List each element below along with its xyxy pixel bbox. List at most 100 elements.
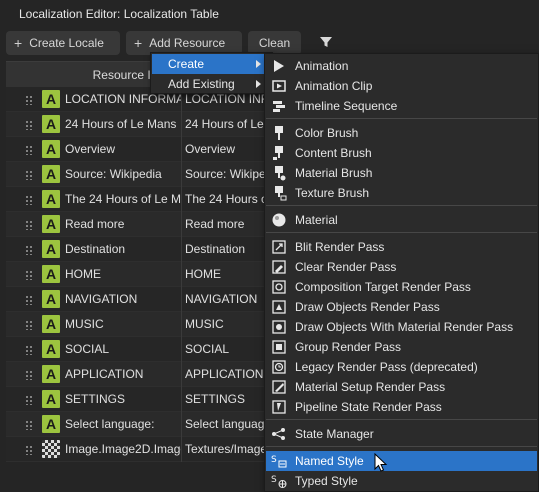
menu-item-label: Draw Objects Render Pass — [295, 300, 440, 314]
drag-handle-icon[interactable] — [25, 245, 33, 255]
menu-item-state-manager[interactable]: State Manager — [266, 424, 537, 444]
column-divider — [181, 412, 182, 437]
resource-key-cell[interactable]: SOCIAL — [65, 337, 182, 362]
material-icon — [272, 213, 286, 227]
menu-item-color-brush[interactable]: Color Brush — [266, 123, 537, 143]
text-resource-icon: A — [42, 290, 60, 308]
drag-handle-icon[interactable] — [25, 445, 33, 455]
menu-item-label: State Manager — [295, 427, 374, 441]
menu-item-content-brush[interactable]: Content Brush — [266, 143, 537, 163]
menu-item-label: Typed Style — [295, 474, 358, 488]
column-divider — [181, 312, 182, 337]
menu-item-create[interactable]: Create — [152, 54, 271, 74]
timeline-sequence-icon — [273, 101, 285, 112]
resource-key-cell[interactable]: HOME — [65, 262, 182, 287]
text-resource-icon: A — [42, 390, 60, 408]
menu-item-animation-clip[interactable]: Animation Clip — [266, 76, 537, 96]
resource-value-cell[interactable]: Read more — [185, 212, 267, 237]
drag-handle-icon[interactable] — [25, 345, 33, 355]
resource-value-cell[interactable]: Overview — [185, 137, 267, 162]
menu-item-texture-brush[interactable]: Texture Brush — [266, 183, 537, 203]
resource-value-cell[interactable]: Source: Wikipe — [185, 162, 267, 187]
menu-item-pipeline-state-render-pass[interactable]: Pipeline State Render Pass — [266, 397, 537, 417]
menu-item-material[interactable]: Material — [266, 210, 537, 230]
resource-key-cell[interactable]: Destination — [65, 237, 182, 262]
svg-text:S: S — [271, 475, 277, 485]
animation-clip-icon — [272, 80, 286, 92]
text-resource-icon: A — [42, 115, 60, 133]
resource-key-cell[interactable]: Select language: — [65, 412, 182, 437]
drag-handle-icon[interactable] — [25, 170, 33, 180]
drag-handle-icon[interactable] — [25, 220, 33, 230]
column-divider — [181, 237, 182, 262]
material-setup-render-pass-icon — [272, 380, 286, 394]
resource-value-cell[interactable]: 24 Hours of Le — [185, 112, 267, 137]
menu-item-timeline-sequence[interactable]: Timeline Sequence — [266, 96, 537, 116]
menu-item-legacy-render-pass-deprecated[interactable]: Legacy Render Pass (deprecated) — [266, 357, 537, 377]
drag-handle-icon[interactable] — [25, 295, 33, 305]
resource-key-cell[interactable]: APPLICATION — [65, 362, 182, 387]
resource-key-cell[interactable]: Image.Image2D.Image — [65, 437, 182, 462]
resource-key-cell[interactable]: Read more — [65, 212, 182, 237]
animation-icon — [274, 60, 284, 72]
resource-value-cell[interactable]: HOME — [185, 262, 267, 287]
create-locale-button[interactable]: + Create Locale — [6, 31, 120, 55]
content-brush-icon — [273, 146, 283, 160]
resource-value-cell[interactable]: NAVIGATION — [185, 287, 267, 312]
drag-handle-icon[interactable] — [25, 120, 33, 130]
named-style-icon: S — [271, 455, 287, 468]
menu-item-material-brush[interactable]: Material Brush — [266, 163, 537, 183]
resource-value-cell[interactable]: Destination — [185, 237, 267, 262]
menu-separator — [266, 419, 537, 420]
resource-value-cell[interactable]: SOCIAL — [185, 337, 267, 362]
add-resource-menu: Create Add Existing — [150, 52, 273, 94]
chevron-right-icon — [256, 60, 261, 68]
drag-handle-icon[interactable] — [25, 370, 33, 380]
create-locale-label: Create Locale — [29, 36, 104, 50]
menu-item-blit-render-pass[interactable]: Blit Render Pass — [266, 237, 537, 257]
drag-handle-icon[interactable] — [25, 145, 33, 155]
group-render-pass-icon — [272, 340, 286, 354]
menu-item-add-existing[interactable]: Add Existing — [152, 74, 271, 94]
column-divider — [181, 362, 182, 387]
resource-key-cell[interactable]: Source: Wikipedia — [65, 162, 182, 187]
menu-item-composition-target-render-pass[interactable]: Composition Target Render Pass — [266, 277, 537, 297]
resource-key-cell[interactable]: NAVIGATION — [65, 287, 182, 312]
resource-value-cell[interactable]: Textures/Image — [185, 437, 267, 462]
column-divider — [181, 287, 182, 312]
menu-item-label: Color Brush — [295, 126, 359, 140]
menu-item-named-style[interactable]: S Named Style — [266, 451, 537, 471]
resource-key-cell[interactable]: MUSIC — [65, 312, 182, 337]
create-submenu: Animation Animation Clip Timeline Sequence… — [264, 53, 539, 492]
menu-item-group-render-pass[interactable]: Group Render Pass — [266, 337, 537, 357]
resource-value-cell[interactable]: The 24 Hours o — [185, 187, 267, 212]
column-divider — [181, 112, 182, 137]
drag-handle-icon[interactable] — [25, 195, 33, 205]
menu-item-draw-objects-with-material-render-pass[interactable]: Draw Objects With Material Render Pass — [266, 317, 537, 337]
drag-handle-icon[interactable] — [25, 95, 33, 105]
material-brush-icon — [275, 166, 286, 181]
resource-key-cell[interactable]: Overview — [65, 137, 182, 162]
filter-icon[interactable] — [318, 34, 334, 50]
menu-item-label: Texture Brush — [295, 186, 370, 200]
resource-value-cell[interactable]: Select language — [185, 412, 267, 437]
state-manager-icon — [272, 428, 285, 440]
text-resource-icon: A — [42, 140, 60, 158]
resource-key-cell[interactable]: The 24 Hours of Le M — [65, 187, 182, 212]
menu-item-clear-render-pass[interactable]: Clear Render Pass — [266, 257, 537, 277]
resource-value-cell[interactable]: APPLICATION — [185, 362, 267, 387]
resource-value-cell[interactable]: SETTINGS — [185, 387, 267, 412]
menu-item-draw-objects-render-pass[interactable]: Draw Objects Render Pass — [266, 297, 537, 317]
drag-handle-icon[interactable] — [25, 320, 33, 330]
drag-handle-icon[interactable] — [25, 420, 33, 430]
resource-key-cell[interactable]: 24 Hours of Le Mans — [65, 112, 182, 137]
drag-handle-icon[interactable] — [25, 270, 33, 280]
resource-key-cell[interactable]: SETTINGS — [65, 387, 182, 412]
drag-handle-icon[interactable] — [25, 395, 33, 405]
resource-value-cell[interactable]: MUSIC — [185, 312, 267, 337]
menu-separator — [266, 232, 537, 233]
menu-item-typed-style[interactable]: S Typed Style — [266, 471, 537, 491]
menu-item-material-setup-render-pass[interactable]: Material Setup Render Pass — [266, 377, 537, 397]
color-brush-icon — [275, 126, 283, 140]
menu-item-animation[interactable]: Animation — [266, 56, 537, 76]
